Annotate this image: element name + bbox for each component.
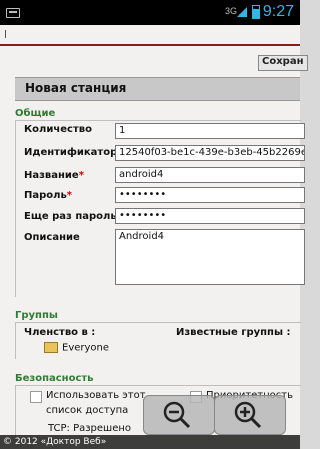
group-item-everyone[interactable]: Everyone — [44, 342, 109, 354]
known-groups-label: Известные группы : — [176, 327, 291, 338]
name-input[interactable]: android4 — [115, 167, 305, 183]
identifier-input[interactable]: 12540f03-be1c-439e-b3eb-45b2269e3 — [115, 145, 305, 161]
field-password-label: Пароль* — [24, 190, 73, 201]
save-button[interactable]: Сохран — [258, 55, 308, 71]
zoom-out-button[interactable] — [143, 395, 215, 435]
network-type: 3G — [225, 6, 238, 16]
group-item-label: Everyone — [62, 342, 110, 354]
field-description-label: Описание — [24, 232, 80, 243]
section-security-title: Безопасность — [15, 373, 94, 384]
zoom-in-icon — [234, 401, 262, 429]
use-access-list-label: Использовать этот — [46, 390, 146, 401]
password-input[interactable]: •••••••• — [115, 187, 305, 203]
page-title: Новая станция — [25, 81, 127, 95]
section-general-title: Общие — [15, 108, 56, 119]
field-name-label: Название* — [24, 170, 84, 181]
description-textarea[interactable]: Android4 — [115, 229, 305, 285]
page-title-bar: Новая станция — [15, 77, 300, 101]
zoom-in-button[interactable] — [214, 395, 286, 435]
field-count-label: Количество — [24, 124, 92, 135]
password-confirm-input[interactable]: •••••••• — [115, 208, 305, 224]
member-of-label: Членство в : — [24, 327, 96, 338]
field-identifier-label: Идентификатор* — [24, 147, 122, 158]
tcp-label: TCP: Разрешено — [48, 423, 132, 434]
count-input[interactable]: 1 — [115, 123, 305, 139]
field-password-confirm-label: Еще раз пароль* — [24, 211, 122, 222]
use-access-list-checkbox[interactable] — [30, 391, 42, 403]
copyright-text: © 2012 «Доктор Веб» — [0, 435, 300, 449]
zoom-out-icon — [163, 401, 191, 429]
keyboard-icon — [6, 8, 20, 18]
status-time: 9:27 — [262, 3, 294, 20]
status-bar: 3G 9:27 — [0, 0, 300, 25]
signal-icon — [237, 7, 247, 17]
folder-icon — [44, 342, 58, 353]
battery-icon — [252, 5, 260, 19]
header-divider — [0, 44, 300, 46]
use-access-list-label-line2: список доступа — [46, 405, 129, 416]
section-groups-title: Группы — [15, 310, 58, 321]
text-cursor-icon: | — [4, 29, 7, 38]
